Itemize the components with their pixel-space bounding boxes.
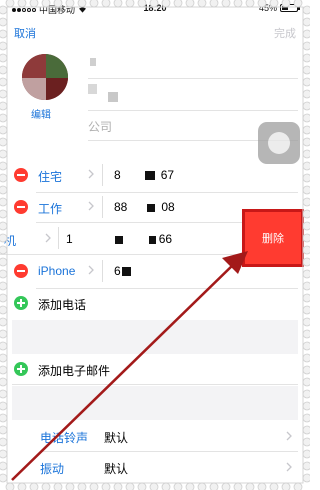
ringtone-row[interactable]: 电话铃声 默认 bbox=[12, 421, 298, 451]
status-time: 18:20 bbox=[143, 3, 167, 13]
remove-icon[interactable] bbox=[14, 168, 28, 182]
done-button[interactable]: 完成 bbox=[274, 25, 296, 41]
phone-label[interactable]: 住宅 bbox=[38, 168, 62, 185]
chevron-right-icon bbox=[88, 201, 94, 211]
add-email-label[interactable]: 添加电子邮件 bbox=[38, 362, 110, 379]
company-field[interactable]: 公司 bbox=[88, 118, 112, 135]
redacted-name bbox=[90, 58, 96, 66]
phone-label[interactable]: iPhone bbox=[38, 264, 75, 278]
nav-bar: 取消 完成 bbox=[12, 22, 298, 42]
redacted-name bbox=[88, 84, 97, 94]
divider bbox=[88, 110, 298, 111]
add-icon[interactable] bbox=[14, 362, 28, 376]
phone-label[interactable]: 机 bbox=[4, 232, 16, 249]
section-gap bbox=[12, 386, 298, 420]
phone-number[interactable]: 88 08 bbox=[114, 200, 175, 214]
chevron-right-icon bbox=[88, 265, 94, 275]
remove-icon[interactable] bbox=[14, 264, 28, 278]
redacted-name bbox=[108, 92, 118, 102]
vibration-row[interactable]: 振动 默认 bbox=[12, 452, 298, 482]
phone-number[interactable]: 6 bbox=[114, 264, 131, 278]
section-gap bbox=[12, 320, 298, 354]
assistive-touch-button[interactable] bbox=[258, 122, 300, 164]
battery-percent: 45% bbox=[258, 3, 277, 13]
cancel-button[interactable]: 取消 bbox=[14, 25, 36, 41]
divider bbox=[88, 78, 298, 79]
phone-row: 住宅 8 67 bbox=[12, 160, 298, 190]
battery-level bbox=[282, 6, 289, 10]
add-email-row[interactable]: 添加电子邮件 bbox=[12, 356, 298, 382]
chevron-right-icon bbox=[286, 462, 292, 472]
add-phone-row[interactable]: 添加电话 bbox=[12, 290, 298, 316]
chevron-right-icon bbox=[88, 169, 94, 179]
edit-photo-button[interactable]: 编辑 bbox=[31, 106, 51, 121]
add-phone-label[interactable]: 添加电话 bbox=[38, 296, 86, 313]
ringtone-value: 默认 bbox=[104, 431, 129, 445]
status-bar: 中国移动 18:20 45% bbox=[12, 3, 300, 17]
remove-icon[interactable] bbox=[14, 200, 28, 214]
chevron-right-icon bbox=[286, 431, 292, 441]
chevron-right-icon bbox=[45, 233, 51, 243]
ringtone-label: 电话铃声 bbox=[40, 431, 89, 445]
phone-row: iPhone 6 bbox=[12, 256, 298, 286]
vibration-label: 振动 bbox=[40, 462, 65, 476]
contact-avatar[interactable] bbox=[22, 54, 68, 100]
add-icon[interactable] bbox=[14, 296, 28, 310]
phone-number[interactable]: 8 67 bbox=[114, 168, 174, 182]
vibration-value: 默认 bbox=[104, 462, 129, 476]
phone-number[interactable]: 1 66 bbox=[66, 232, 172, 246]
battery-icon bbox=[280, 4, 300, 12]
phone-label[interactable]: 工作 bbox=[38, 200, 62, 217]
